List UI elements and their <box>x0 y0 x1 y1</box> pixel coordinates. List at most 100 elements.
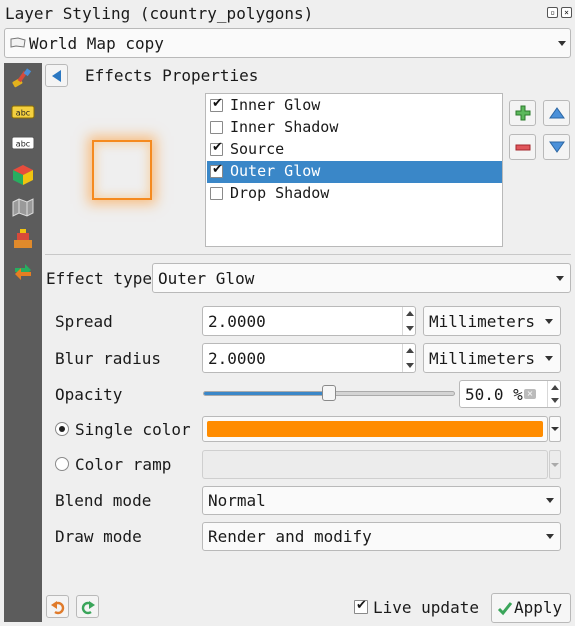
move-up-button[interactable] <box>543 100 570 126</box>
color-ramp-button <box>202 450 548 479</box>
chevron-up-icon <box>551 385 559 390</box>
arrow-left-icon <box>52 70 61 82</box>
chevron-down-icon <box>546 534 554 539</box>
chevron-down-icon <box>556 276 564 281</box>
effect-preview <box>92 140 152 200</box>
svg-text:abc: abc <box>16 109 30 118</box>
color-ramp-radio[interactable] <box>55 457 69 471</box>
arrow-down-icon <box>549 141 565 153</box>
effect-label: Inner Glow <box>230 96 321 114</box>
chevron-up-icon <box>406 348 414 353</box>
map-diagram-icon[interactable] <box>11 195 35 219</box>
layer-selector[interactable]: World Map copy <box>4 28 571 58</box>
style-sidebar: abc abc <box>4 63 42 622</box>
blend-mode-value: Normal <box>208 491 266 510</box>
chevron-down-icon <box>551 398 559 403</box>
label-abc-icon[interactable]: abc <box>11 131 35 155</box>
spread-unit-combo[interactable]: Millimeters <box>423 306 561 336</box>
opacity-label: Opacity <box>55 385 123 404</box>
effect-label: Inner Shadow <box>230 118 339 136</box>
color-button[interactable] <box>202 416 548 442</box>
chevron-up-icon <box>406 311 414 316</box>
chevron-down-icon <box>551 427 559 431</box>
panel-title: Effects Properties <box>85 66 259 85</box>
apply-label: Apply <box>514 598 563 617</box>
chevron-down-icon <box>551 463 559 467</box>
draw-mode-label: Draw mode <box>55 527 142 546</box>
layer-rendering-icon[interactable] <box>11 227 35 251</box>
checkmark-icon: ✔ <box>212 162 223 177</box>
effect-checkbox[interactable]: ✔ <box>210 96 223 112</box>
blend-mode-combo[interactable]: Normal <box>202 486 561 515</box>
effect-row-inner-shadow[interactable]: Inner Shadow <box>207 117 502 139</box>
effect-checkbox[interactable] <box>210 121 223 134</box>
apply-button[interactable]: Apply <box>491 593 571 623</box>
3d-cube-icon[interactable] <box>11 163 35 187</box>
title-bar: Layer Styling (country_polygons) ▫ × <box>0 0 575 28</box>
effect-row-drop-shadow[interactable]: Drop Shadow <box>207 183 502 205</box>
blur-radius-stepper[interactable] <box>402 344 415 372</box>
spread-unit-value: Millimeters <box>429 312 535 331</box>
effect-checkbox[interactable] <box>210 187 223 200</box>
opacity-slider-fill <box>204 392 329 395</box>
window-title: Layer Styling (country_polygons) <box>5 4 314 23</box>
spread-label: Spread <box>55 312 113 331</box>
blur-unit-combo[interactable]: Millimeters <box>423 343 561 373</box>
layer-selector-value: World Map copy <box>29 34 164 53</box>
live-update-checkbox[interactable]: ✔ <box>354 598 368 614</box>
spread-stepper[interactable] <box>402 307 415 335</box>
draw-mode-combo[interactable]: Render and modify <box>202 522 561 551</box>
blur-radius-label: Blur radius <box>55 349 161 368</box>
plus-icon <box>515 105 531 121</box>
effects-list[interactable]: ✔ Inner Glow Inner Shadow ✔ Source ✔ Out… <box>205 93 503 247</box>
blur-unit-value: Millimeters <box>429 349 535 368</box>
arrow-up-icon <box>549 107 565 119</box>
checkmark-icon: ✔ <box>212 140 223 155</box>
chevron-down-icon <box>545 356 553 361</box>
color-ramp-menu-button <box>549 450 561 479</box>
chevron-down-icon <box>406 363 414 368</box>
live-update-label: Live update <box>373 598 479 617</box>
remove-effect-button[interactable] <box>509 134 536 160</box>
close-window-button[interactable]: × <box>561 7 572 18</box>
move-down-button[interactable] <box>543 134 570 160</box>
minus-icon <box>515 144 531 151</box>
effect-label: Source <box>230 140 285 158</box>
effect-row-inner-glow[interactable]: ✔ Inner Glow <box>207 95 502 117</box>
chevron-down-icon <box>546 498 554 503</box>
back-button[interactable] <box>45 64 68 87</box>
blur-radius-spinbox[interactable]: 2.0000 <box>202 343 416 373</box>
chevron-down-icon <box>406 326 414 331</box>
spread-spinbox[interactable]: 2.0000 <box>202 306 416 336</box>
effect-type-combo[interactable]: Outer Glow <box>152 263 571 293</box>
radio-dot <box>59 426 65 432</box>
paintbrush-icon[interactable] <box>11 67 35 91</box>
divider <box>45 254 571 255</box>
opacity-stepper[interactable] <box>547 381 560 407</box>
undo-button[interactable] <box>46 595 69 618</box>
polygon-layer-icon <box>10 37 26 48</box>
single-color-label: Single color <box>75 420 191 439</box>
color-swatch <box>207 421 543 437</box>
redo-button[interactable] <box>76 595 99 618</box>
effect-checkbox[interactable]: ✔ <box>210 140 223 156</box>
single-color-radio[interactable] <box>55 422 69 436</box>
add-effect-button[interactable] <box>509 100 536 126</box>
clear-icon[interactable]: × <box>524 389 536 399</box>
effect-row-source[interactable]: ✔ Source <box>207 139 502 161</box>
undo-icon <box>51 601 65 615</box>
checkmark-green-icon <box>497 602 513 616</box>
opacity-slider-handle[interactable] <box>322 385 336 401</box>
draw-mode-value: Render and modify <box>208 527 372 546</box>
effect-checkbox[interactable]: ✔ <box>210 162 223 178</box>
history-arrows-icon[interactable] <box>11 259 35 283</box>
opacity-spinbox[interactable]: 50.0 % × <box>459 380 561 408</box>
effect-row-outer-glow[interactable]: ✔ Outer Glow <box>207 161 502 183</box>
color-menu-button[interactable] <box>549 416 561 442</box>
effect-type-value: Outer Glow <box>158 269 255 288</box>
effect-label: Drop Shadow <box>230 184 330 202</box>
blur-radius-value: 2.0000 <box>208 349 266 368</box>
float-window-button[interactable]: ▫ <box>547 7 558 18</box>
effect-label: Outer Glow <box>230 162 321 180</box>
label-abc-yellow-icon[interactable]: abc <box>11 100 35 124</box>
